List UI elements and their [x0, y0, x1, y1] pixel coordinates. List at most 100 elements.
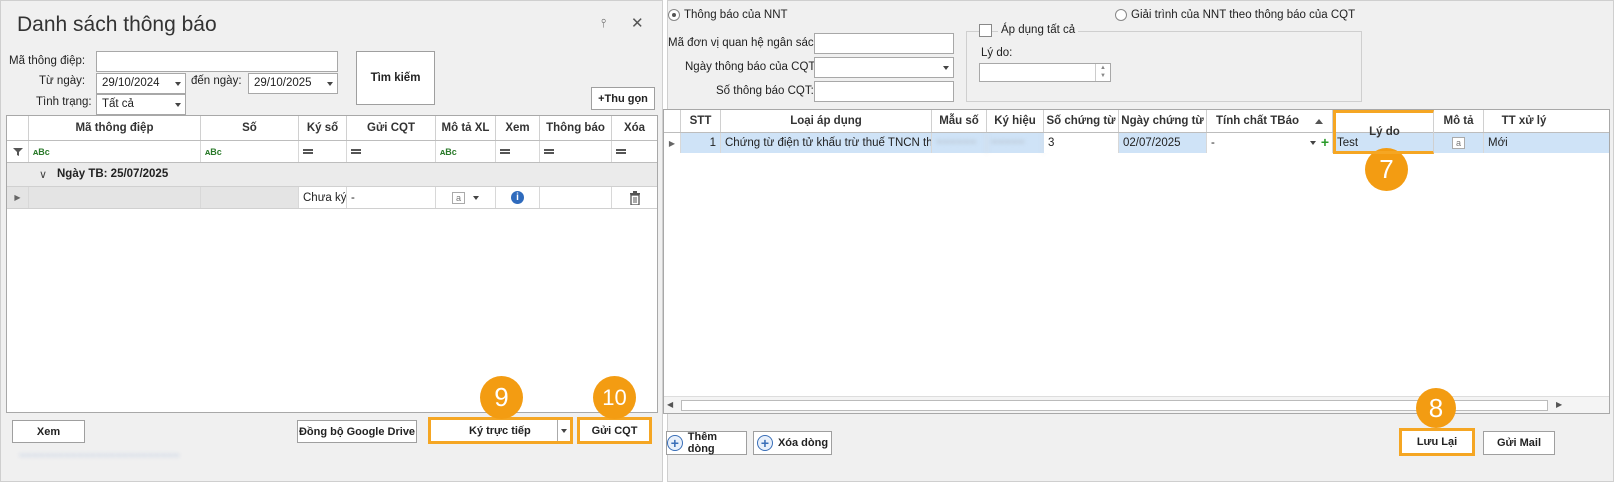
trash-icon[interactable] — [629, 190, 641, 205]
pin-icon[interactable]: ⫯ — [601, 16, 606, 31]
plus-icon[interactable]: + — [1321, 134, 1329, 150]
luu-lai-button[interactable]: Lưu Lại — [1399, 428, 1475, 456]
apply-all-label: Áp dụng tất cả — [998, 24, 1079, 36]
close-icon[interactable]: ✕ — [631, 14, 644, 32]
radio-giai-trinh[interactable] — [1115, 9, 1127, 21]
tinh-trang-select[interactable]: Tất cả — [96, 94, 186, 115]
xem-button[interactable]: Xem — [12, 420, 85, 443]
search-button[interactable]: Tìm kiếm — [356, 51, 435, 105]
filter-gui-cqt[interactable] — [347, 141, 436, 162]
col-ly-do[interactable]: Lý do — [1333, 110, 1434, 154]
step-badge-10: 10 — [593, 376, 636, 419]
col-tt-xu-ly[interactable]: TT xử lý — [1484, 110, 1564, 132]
cell-xem: i — [496, 187, 540, 208]
text-filter-icon: ᴀBᴄ — [33, 146, 50, 157]
chevron-down-icon[interactable]: ∨ — [39, 168, 47, 181]
den-ngay-label: đến ngày: — [191, 75, 242, 87]
tinh-chat-dropdown[interactable]: - + — [1207, 133, 1333, 153]
group-row[interactable]: ∨ Ngày TB: 25/07/2025 — [7, 163, 657, 187]
tu-ngay-date[interactable]: 29/10/2024 — [96, 73, 186, 94]
document-icon: a — [451, 191, 465, 204]
collapse-button[interactable]: +Thu gọn — [591, 87, 655, 110]
filter-mo-ta[interactable]: ᴀBᴄ — [436, 141, 496, 162]
dropdown-arrow-icon — [1310, 141, 1316, 145]
radio-thong-bao-nnt[interactable] — [668, 9, 680, 21]
col-stt[interactable]: STT — [681, 110, 721, 132]
den-ngay-value: 29/10/2025 — [254, 77, 312, 89]
col-gui-cqt[interactable]: Gửi CQT — [347, 116, 436, 140]
equals-icon — [616, 149, 626, 154]
tinh-chat-value: - — [1211, 137, 1215, 149]
gui-mail-button[interactable]: Gửi Mail — [1483, 431, 1555, 455]
table-row[interactable]: ▶ 1 Chứng từ điện tử khấu trừ thuế TNCN … — [664, 133, 1609, 153]
filter-thong-bao[interactable] — [540, 141, 612, 162]
col-loai-ap-dung[interactable]: Loại áp dụng — [721, 110, 932, 132]
table-row[interactable]: ▶ Chưa ký - a i — [7, 187, 657, 209]
split-dropdown-icon[interactable] — [557, 420, 570, 441]
ma-don-vi-input[interactable] — [814, 33, 954, 54]
sync-google-drive-button[interactable]: Đồng bộ Google Drive — [297, 420, 417, 443]
tinh-trang-label: Tình trạng: — [36, 96, 92, 108]
col-ngay-chung-tu[interactable]: Ngày chứng từ — [1119, 110, 1207, 132]
text-filter-icon: ᴀBᴄ — [205, 146, 222, 157]
col-ky-so[interactable]: Ký số — [299, 116, 347, 140]
apply-all-checkbox[interactable] — [979, 24, 992, 37]
gui-cqt-button[interactable]: Gửi CQT — [577, 417, 652, 444]
filter-ky-so[interactable] — [299, 141, 347, 162]
tu-ngay-label: Từ ngày: — [39, 75, 86, 87]
scroll-left-icon[interactable]: ◀ — [667, 400, 673, 409]
mo-ta-dropdown[interactable]: a — [436, 187, 496, 208]
row-arrow-icon: ▶ — [7, 187, 29, 208]
spin-arrows-icon[interactable]: ▲ ▼ — [1095, 64, 1110, 81]
col-ma-thong-diep[interactable]: Mã thông điệp — [29, 116, 201, 140]
filter-icon — [7, 141, 29, 162]
info-icon[interactable]: i — [511, 191, 524, 204]
col-mo-ta-xl[interactable]: Mô tả XL — [436, 116, 496, 140]
cell-tt: Mới — [1488, 137, 1508, 149]
cell-loai: Chứng từ điện tử khấu trừ thuế TNCN th..… — [721, 133, 932, 153]
step-badge-7: 7 — [1365, 148, 1408, 191]
filter-ma[interactable]: ᴀBᴄ — [29, 141, 201, 162]
ky-truc-tiep-label: Ký trực tiếp — [469, 424, 531, 437]
filter-xoa[interactable] — [612, 141, 657, 162]
col-ky-hieu[interactable]: Ký hiệu — [987, 110, 1044, 132]
cell-ngay-ct: 02/07/2025 — [1119, 133, 1207, 153]
them-dong-button[interactable]: + Thêm dòng — [666, 431, 747, 455]
ly-do-spin[interactable]: ▲ ▼ — [979, 63, 1111, 82]
ngay-thong-bao-date[interactable] — [814, 57, 954, 78]
cell-so — [201, 187, 299, 208]
cell-ky-so: Chưa ký — [299, 187, 347, 208]
cell-stt: 1 — [681, 133, 721, 153]
ma-thong-diep-input[interactable] — [96, 51, 338, 72]
equals-icon — [500, 149, 510, 154]
filter-row: ᴀBᴄ ᴀBᴄ ᴀBᴄ — [7, 141, 657, 163]
so-thong-bao-input[interactable] — [814, 81, 954, 102]
xoa-dong-button[interactable]: + Xóa dòng — [753, 431, 832, 455]
sort-asc-icon — [1315, 118, 1324, 124]
text-filter-icon: ᴀBᴄ — [440, 146, 457, 157]
col-thong-bao[interactable]: Thông báo — [540, 116, 612, 140]
filter-xem[interactable] — [496, 141, 540, 162]
col-so-chung-tu[interactable]: Số chứng từ — [1044, 110, 1119, 132]
col-mo-ta[interactable]: Mô tả — [1434, 110, 1484, 132]
col-so[interactable]: Số — [201, 116, 299, 140]
scroll-right-icon[interactable]: ▶ — [1556, 400, 1562, 409]
cell-mo-ta[interactable]: a — [1434, 133, 1484, 153]
col-xoa[interactable]: Xóa — [612, 116, 657, 140]
xoa-dong-label: Xóa dòng — [777, 437, 829, 449]
cell-mau-so: ~~~~~~ — [932, 133, 987, 153]
row-indicator-header — [7, 116, 29, 140]
step-badge-8: 8 — [1416, 388, 1456, 428]
filter-so[interactable]: ᴀBᴄ — [201, 141, 299, 162]
col-mau-so[interactable]: Mẫu số — [932, 110, 987, 132]
horizontal-scrollbar[interactable]: ◀ ▶ — [664, 396, 1609, 413]
col-tinh-chat[interactable]: Tính chất TBáo — [1207, 110, 1333, 132]
dropdown-arrow-icon — [473, 195, 479, 200]
footer-blurred-text: ~~~~~~~~~~~~~~~~~~~~~~~~~ — [19, 450, 180, 462]
den-ngay-date[interactable]: 29/10/2025 — [248, 73, 338, 94]
cell-thong-bao — [540, 187, 612, 208]
col-xem[interactable]: Xem — [496, 116, 540, 140]
equals-icon — [351, 149, 361, 154]
cell-gui-cqt: - — [347, 187, 436, 208]
ky-truc-tiep-button[interactable]: Ký trực tiếp — [428, 417, 573, 444]
